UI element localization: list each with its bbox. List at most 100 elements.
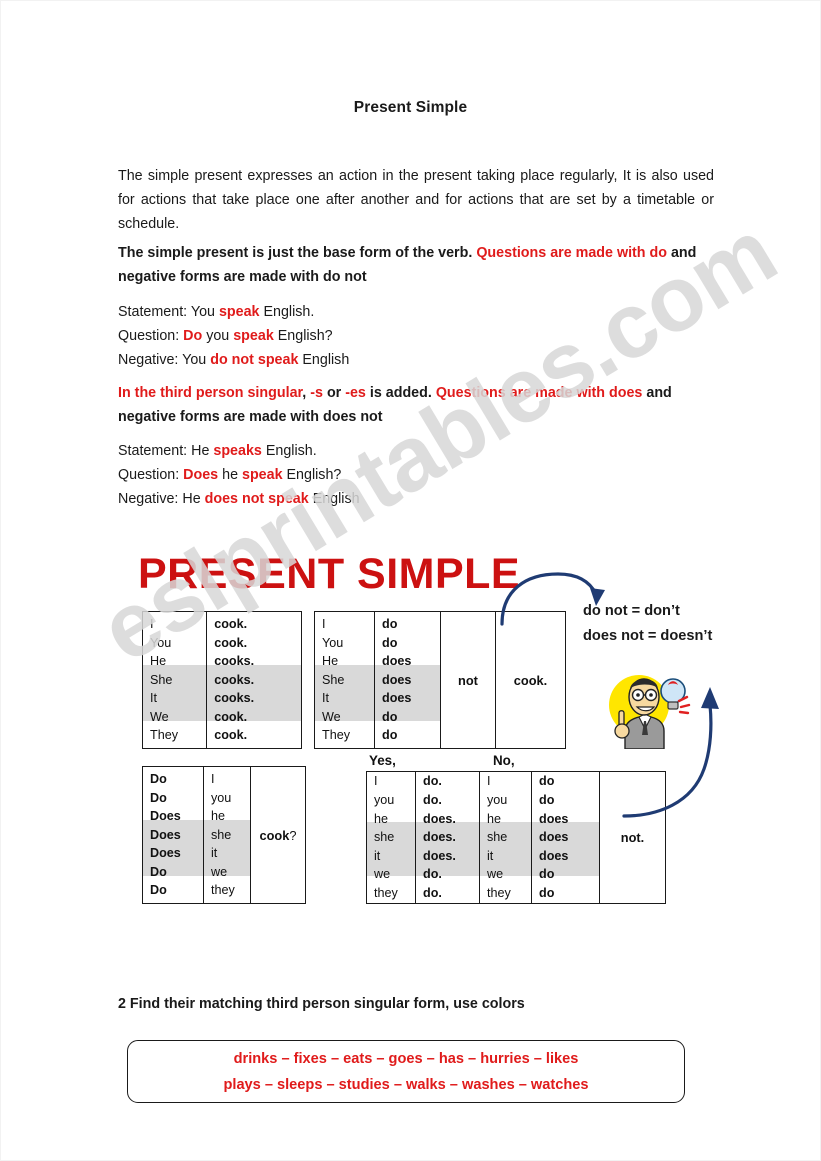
table-cell: I xyxy=(322,616,326,631)
rule-third-red2: Questions are made with does xyxy=(435,385,643,401)
rule-base-black: The simple present is just the base form… xyxy=(118,245,477,261)
table-cell: she xyxy=(211,827,232,842)
table-cell: we xyxy=(374,867,391,882)
example-negative-base: Negative: You do not speak English xyxy=(118,348,714,372)
rule-third-red: In the third person singular xyxy=(118,385,303,401)
rule-third-or: or xyxy=(322,385,346,401)
no-label: No, xyxy=(493,753,515,768)
statement-object-third: English. xyxy=(261,443,317,459)
table-cell: does xyxy=(382,691,412,706)
no-auxiliary-column: do do does does does do do xyxy=(531,772,599,903)
example-statement-third: Statement: He speaks English. xyxy=(118,439,714,463)
table-cell: they xyxy=(211,883,235,898)
table-cell: We xyxy=(322,709,341,724)
question-verb-third: speak xyxy=(242,467,283,483)
table-cell: not. xyxy=(620,830,645,845)
negative-not-column: not xyxy=(440,612,495,748)
table-cell: she xyxy=(374,830,395,845)
lightbulb-rays-icon xyxy=(677,695,691,715)
table-cell: does xyxy=(382,672,412,687)
table-affirmative: I You He She It We They cook. cook. cook… xyxy=(142,611,302,749)
present-simple-banner: PRESENT SIMPLE xyxy=(138,550,521,598)
table-cell: I xyxy=(211,771,215,786)
example-statement-base: Statement: You speak English. xyxy=(118,300,714,324)
negative-verb: do not speak xyxy=(210,352,299,368)
question-aux: Do xyxy=(183,328,203,344)
question-auxiliary-column: Do Do Does Does Does Do Do xyxy=(143,767,203,903)
word-bank-box: drinks – fixes – eats – goes – has – hur… xyxy=(127,1040,685,1103)
table-cell: you xyxy=(374,793,395,808)
table-cell: it xyxy=(487,848,494,863)
table-cell: we xyxy=(487,867,504,882)
rule-base-form: The simple present is just the base form… xyxy=(118,241,714,289)
worksheet-page: eslprintables.com Present Simple The sim… xyxy=(0,0,821,1161)
table-cell: he xyxy=(211,809,226,824)
table-cell: cooks. xyxy=(214,691,255,706)
table-cell: Do xyxy=(150,790,167,805)
negative-auxiliary-column: do do does does does do do xyxy=(374,612,440,748)
table-cell: They xyxy=(150,728,178,743)
question-aux-third: Does xyxy=(183,467,219,483)
table-cell: do. xyxy=(423,867,442,882)
question-mark: ? xyxy=(289,827,297,843)
yes-subject-column: I you he she it we they xyxy=(367,772,415,903)
table-cell: we xyxy=(211,864,228,879)
negative-verb-column: cook. xyxy=(495,612,565,748)
negative-object: English xyxy=(298,352,350,368)
table-cell: do xyxy=(382,728,398,743)
table-cell: cook. xyxy=(513,672,548,688)
statement-object: English. xyxy=(259,304,315,320)
no-subject-column: I you he she it we they xyxy=(479,772,531,903)
table-cell: you xyxy=(211,790,232,805)
table-cell: he xyxy=(487,811,502,826)
table-cell: She xyxy=(322,672,345,687)
yes-label: Yes, xyxy=(369,753,396,768)
table-cell: Do xyxy=(150,883,167,898)
negative-subject: You xyxy=(182,352,211,368)
negative-subject-column: I You He She It We They xyxy=(315,612,374,748)
teacher-lightbulb-illustration xyxy=(609,675,691,749)
table-cell: does. xyxy=(423,848,456,863)
table-cell: cooks. xyxy=(214,654,255,669)
affirmative-verb-column: cook. cook. cooks. cooks. cooks. cook. c… xyxy=(206,612,301,748)
statement-verb: speak xyxy=(218,304,260,320)
table-cell: cook. xyxy=(214,616,248,631)
label-question: Question: xyxy=(118,328,184,344)
table-cell: you xyxy=(487,793,508,808)
suffix-s: -s xyxy=(310,385,323,401)
table-cell: does xyxy=(539,830,569,845)
question-subject-column: I you he she it we they xyxy=(203,767,250,903)
negative-subject-third: He xyxy=(182,491,205,507)
table-cell: Does xyxy=(150,846,181,861)
table-cell: do xyxy=(539,774,555,789)
table-cell: does xyxy=(382,654,412,669)
question-object: English? xyxy=(273,328,333,344)
table-cell: cooks. xyxy=(214,672,255,687)
label-statement-third: Statement: xyxy=(118,443,192,459)
page-title: Present Simple xyxy=(353,99,468,116)
table-cell: do. xyxy=(423,774,442,789)
word-bank-line-2: plays – sleeps – studies – walks – washe… xyxy=(223,1076,589,1093)
examples-base: Statement: You speak English. Question: … xyxy=(118,300,714,372)
label-negative: Negative: xyxy=(118,352,183,368)
table-cell: cook? xyxy=(251,828,305,843)
question-subject-third: he xyxy=(218,467,242,483)
affirmative-subject-column: I You He She It We They xyxy=(143,612,207,748)
table-cell: Does xyxy=(150,827,181,842)
table-cell: do xyxy=(539,867,555,882)
question-object-third: English? xyxy=(282,467,342,483)
table-cell: do. xyxy=(423,793,442,808)
table-cell: I xyxy=(374,774,378,789)
table-cell: do xyxy=(539,793,555,808)
table-cell: You xyxy=(150,635,172,650)
suffix-es: -es xyxy=(345,385,366,401)
label-negative-third: Negative: xyxy=(118,491,183,507)
table-cell: We xyxy=(150,709,169,724)
table-cell: He xyxy=(150,654,167,669)
table-cell: it xyxy=(211,846,218,861)
statement-subject: You xyxy=(190,304,219,320)
table-cell: it xyxy=(374,848,381,863)
hand-icon xyxy=(614,723,630,739)
table-cell: You xyxy=(322,635,344,650)
rule-third-person: In the third person singular, -s or -es … xyxy=(118,381,714,429)
